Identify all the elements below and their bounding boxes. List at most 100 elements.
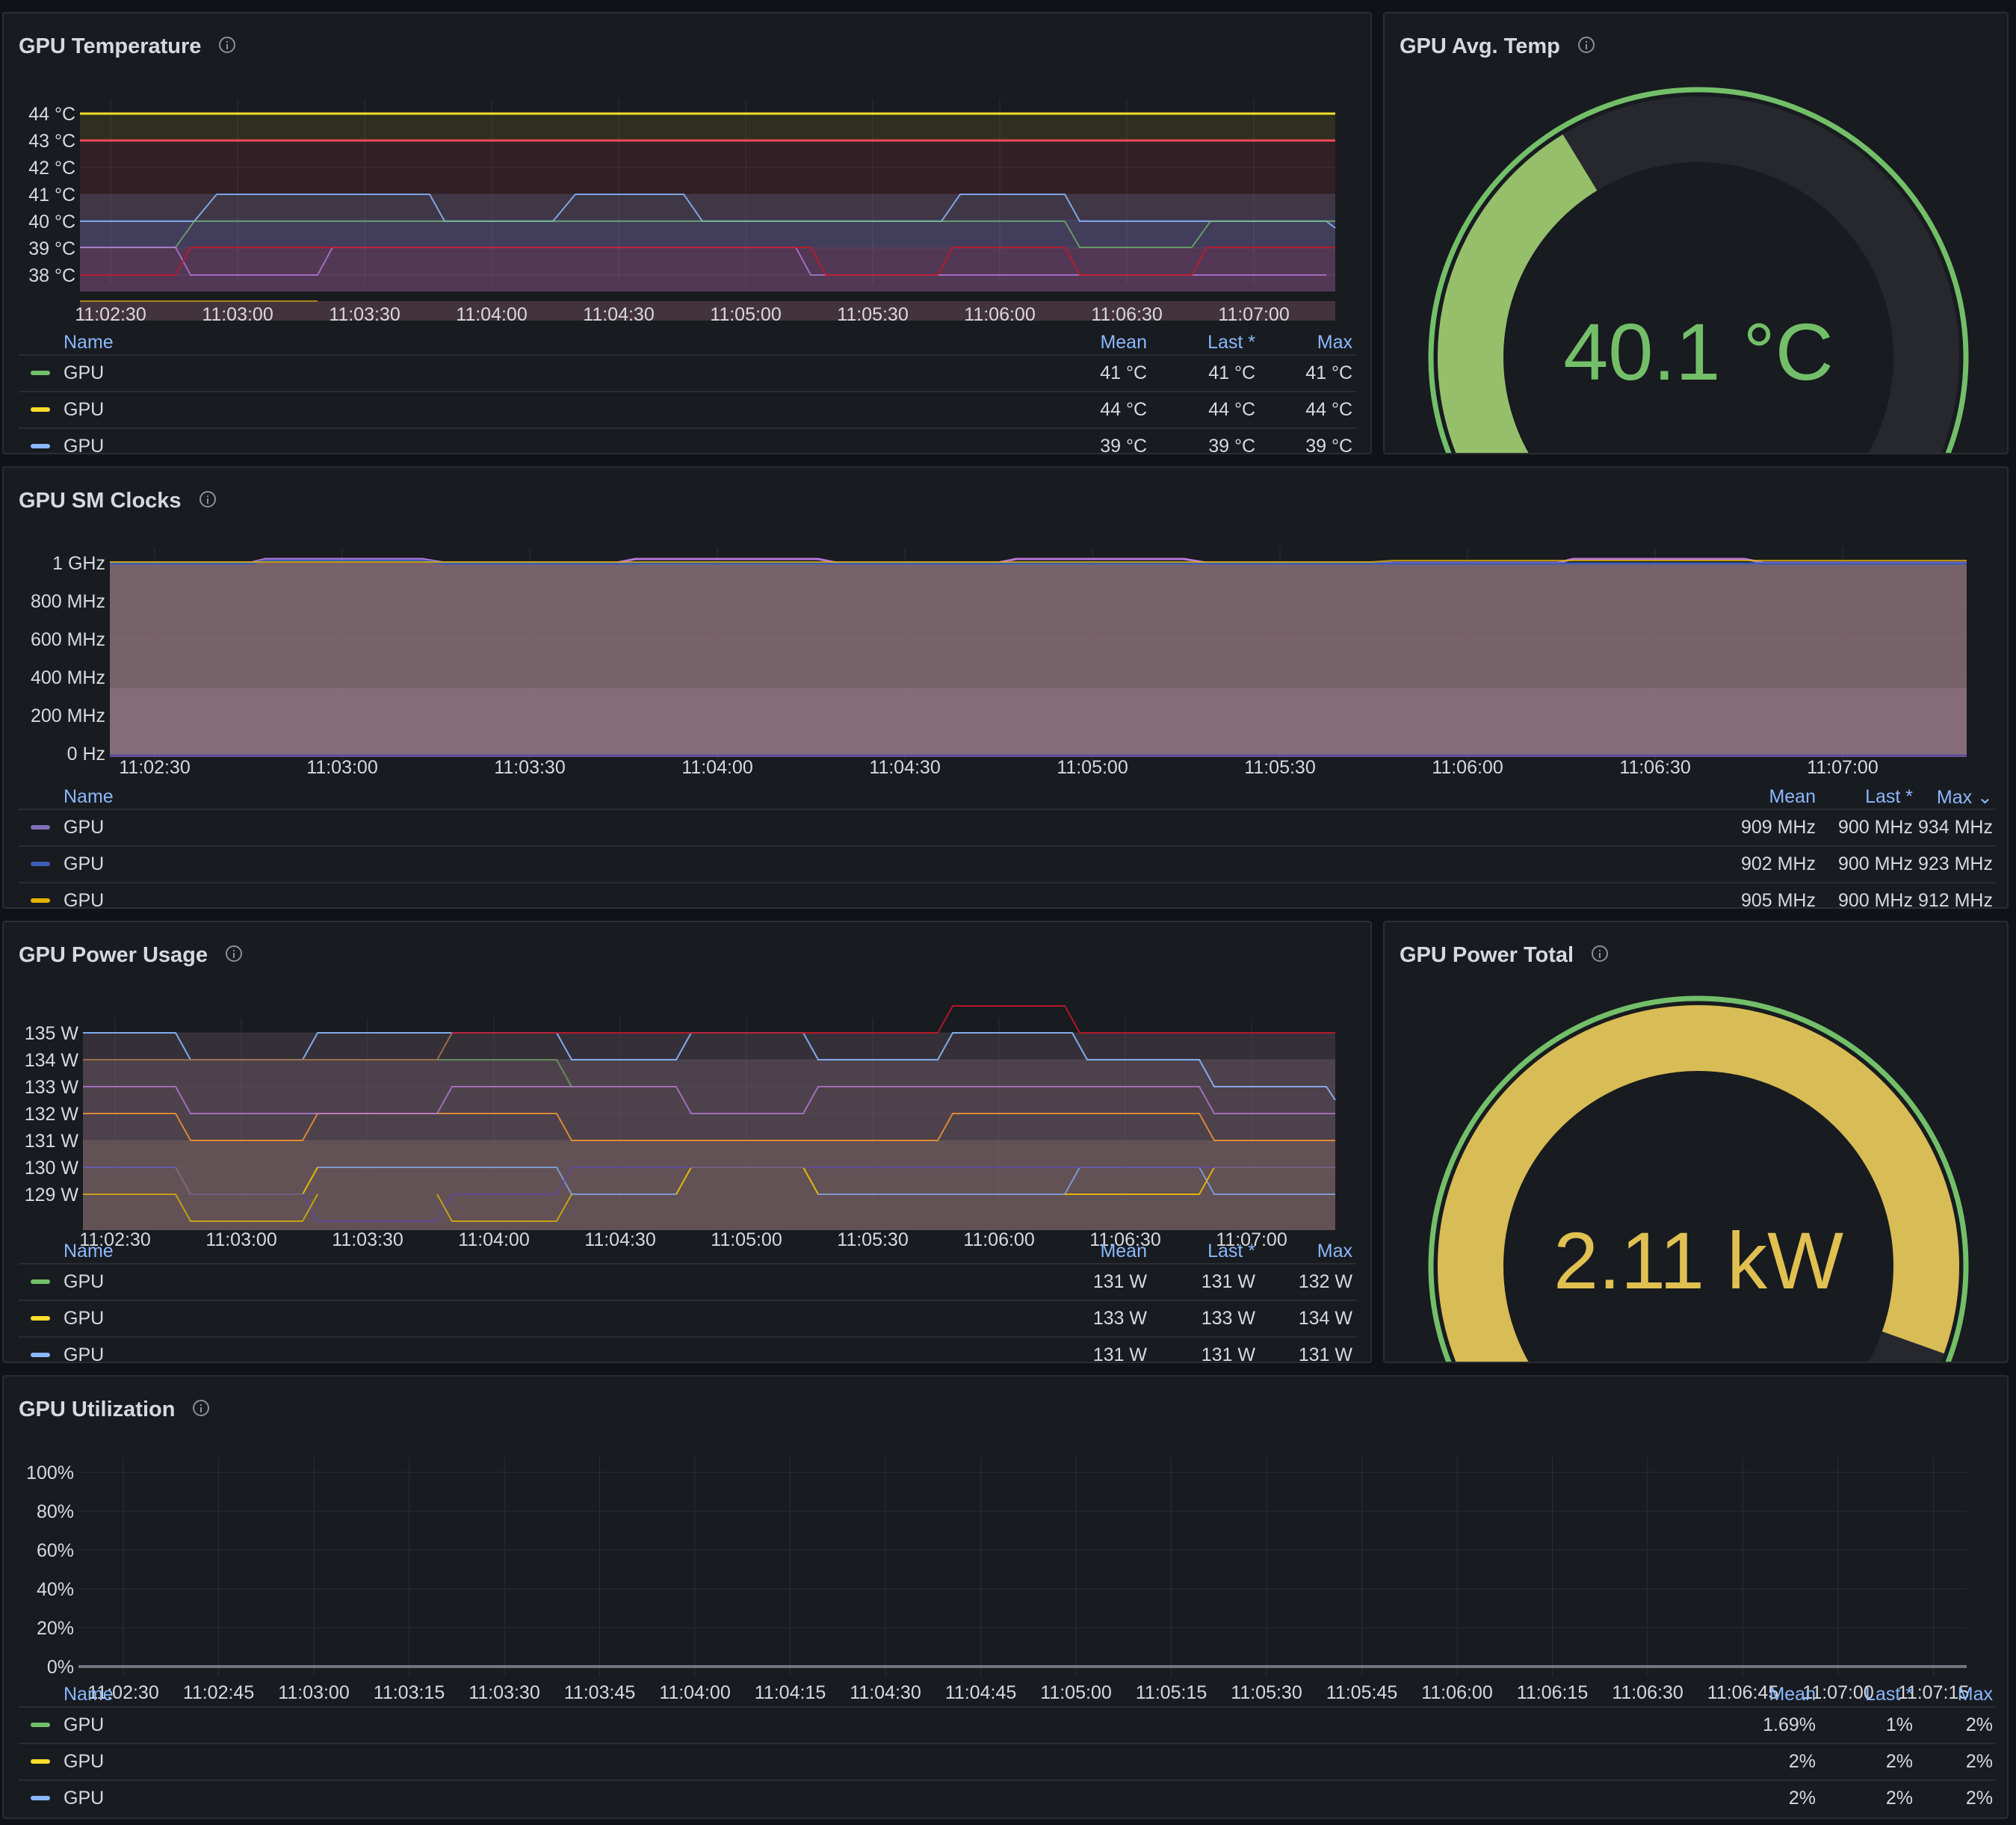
series-swatch bbox=[31, 825, 50, 830]
panel-title[interactable]: GPU Power Total bbox=[1400, 943, 1609, 968]
y-tick-label: 400 MHz bbox=[31, 667, 105, 688]
series-mean: 902 MHz bbox=[1740, 853, 1816, 874]
legend-col-max[interactable]: Max bbox=[1240, 332, 1352, 353]
panel-title[interactable]: GPU Utilization bbox=[19, 1398, 210, 1422]
series-name: GPU bbox=[64, 1751, 105, 1772]
series-name: GPU bbox=[64, 1344, 105, 1363]
gauge-value: 40.1 °C bbox=[1563, 306, 1833, 397]
panel-gpu-temperature: GPU Temperature 44 °C 43 °C 42 °C 41 °C 40 °… bbox=[2, 12, 1372, 454]
legend-col-mean[interactable]: Mean bbox=[1035, 332, 1147, 353]
panel-gpu-utilization: GPU Utilization 100% 80% 60% 40% 20% 0% 11:02… bbox=[2, 1375, 2009, 1819]
legend-row[interactable]: GPU 131 W 131 W 131 W bbox=[19, 1336, 1356, 1363]
panel-title[interactable]: GPU Power Usage bbox=[19, 943, 243, 968]
legend-row[interactable]: GPU 902 MHz 900 MHz 923 MHz bbox=[19, 845, 1995, 882]
panel-gpu-power-total: GPU Power Total 2.11 kW bbox=[1383, 921, 2009, 1363]
info-icon[interactable] bbox=[1577, 37, 1595, 54]
series-swatch bbox=[31, 407, 50, 412]
panel-title[interactable]: GPU Avg. Temp bbox=[1400, 34, 1595, 59]
legend-col-max[interactable]: Max bbox=[1881, 1684, 1993, 1705]
info-icon[interactable] bbox=[1592, 945, 1609, 963]
series-last: 131 W bbox=[1201, 1344, 1255, 1363]
series-name: GPU bbox=[64, 1308, 105, 1329]
series-swatch bbox=[31, 1723, 50, 1727]
y-tick-label: 1 GHz bbox=[52, 553, 105, 574]
panel-gpu-power-usage: GPU Power Usage 135 W 134 W 133 W 132 W 131 … bbox=[2, 921, 1372, 1363]
legend-col-name[interactable]: Name bbox=[64, 332, 114, 353]
gauge-fill bbox=[1438, 1005, 1959, 1362]
x-tick-label: 11:05:30 bbox=[837, 304, 908, 325]
legend-col-name[interactable]: Name bbox=[64, 1241, 114, 1262]
y-tick-label: 60% bbox=[37, 1540, 74, 1561]
series-name: GPU bbox=[64, 1788, 105, 1809]
y-tick-label: 100% bbox=[26, 1463, 74, 1483]
series-name: GPU bbox=[64, 436, 105, 454]
panel-title[interactable]: GPU Temperature bbox=[19, 34, 236, 59]
legend-col-mean[interactable]: Mean bbox=[1704, 1684, 1816, 1705]
y-tick-label: 43 °C bbox=[28, 131, 75, 152]
series-mean: 905 MHz bbox=[1740, 890, 1816, 909]
legend-row[interactable]: GPU 1.69% 1% 2% bbox=[19, 1706, 1995, 1743]
x-tick-label: 11:06:00 bbox=[1432, 757, 1503, 778]
series-mean: 44 °C bbox=[1100, 399, 1147, 420]
legend-row[interactable]: GPU 2% 2% 2% bbox=[19, 1779, 1995, 1816]
legend-row[interactable]: GPU 39 °C 39 °C 39 °C bbox=[19, 427, 1356, 454]
series-swatch bbox=[31, 1759, 50, 1764]
y-tick-label: 42 °C bbox=[28, 158, 75, 179]
legend-col-name[interactable]: Name bbox=[64, 1684, 114, 1705]
series-max: 923 MHz bbox=[1917, 853, 1993, 874]
series-max: 2% bbox=[1965, 1751, 1993, 1772]
legend-row[interactable]: GPU 131 W 131 W 132 W bbox=[19, 1263, 1356, 1300]
legend-row[interactable]: GPU 41 °C 41 °C 41 °C bbox=[19, 354, 1356, 391]
series-mean: 41 °C bbox=[1100, 362, 1147, 383]
legend-row[interactable]: GPU 2% 2% 2% bbox=[19, 1743, 1995, 1779]
x-tick-label: 11:05:00 bbox=[1057, 757, 1128, 778]
y-tick-label: 600 MHz bbox=[31, 629, 105, 650]
legend-col-name[interactable]: Name bbox=[64, 786, 114, 808]
series-name: GPU bbox=[64, 1271, 105, 1292]
legend-col-mean[interactable]: Mean bbox=[1035, 1241, 1147, 1262]
info-icon[interactable] bbox=[226, 945, 243, 963]
series-max: 131 W bbox=[1298, 1344, 1352, 1363]
y-tick-label: 800 MHz bbox=[31, 591, 105, 612]
info-icon[interactable] bbox=[219, 37, 236, 54]
series-last: 39 °C bbox=[1208, 436, 1255, 454]
x-tick-label: 11:04:30 bbox=[869, 757, 940, 778]
series-swatch bbox=[31, 1796, 50, 1800]
legend-col-max[interactable]: Max ⌄ bbox=[1881, 786, 1993, 809]
panel-gpu-sm-clocks: GPU SM Clocks 1 GHz 800 MHz 600 MHz 400 MHz… bbox=[2, 466, 2009, 909]
legend-row[interactable]: GPU 909 MHz 900 MHz 934 MHz bbox=[19, 809, 1995, 845]
series-name: GPU bbox=[64, 399, 105, 420]
y-tick-label: 40% bbox=[37, 1579, 74, 1600]
gauge-value: 2.11 kW bbox=[1553, 1215, 1843, 1306]
series-max: 134 W bbox=[1298, 1308, 1352, 1329]
temperature-gauge: 40.1 °C bbox=[1428, 87, 1969, 453]
legend-header: Name Mean Last * Max bbox=[19, 332, 1356, 354]
y-tick-label: 0% bbox=[47, 1657, 74, 1678]
legend-header: Name Mean Last * Max bbox=[19, 1241, 1356, 1263]
series-area bbox=[80, 247, 1335, 291]
y-tick-label: 133 W bbox=[25, 1077, 79, 1098]
y-tick-label: 20% bbox=[37, 1618, 74, 1639]
x-tick-label: 11:05:00 bbox=[710, 304, 781, 325]
legend-col-mean[interactable]: Mean bbox=[1704, 786, 1816, 808]
legend: Name Mean Last * Max GPU 41 °C 41 °C 41 … bbox=[19, 332, 1356, 454]
series-last: 41 °C bbox=[1208, 362, 1255, 383]
series-mean: 133 W bbox=[1092, 1308, 1147, 1329]
series-mean: 131 W bbox=[1092, 1344, 1147, 1363]
legend: Name Mean Last * Max GPU 131 W 131 W 132… bbox=[19, 1241, 1356, 1363]
series-name: GPU bbox=[64, 817, 105, 838]
info-icon[interactable] bbox=[193, 1400, 210, 1417]
x-tick-label: 11:02:30 bbox=[75, 304, 146, 325]
x-tick-label: 11:03:30 bbox=[494, 757, 565, 778]
panel-title[interactable]: GPU SM Clocks bbox=[19, 489, 216, 513]
series-max: 41 °C bbox=[1305, 362, 1352, 383]
legend-col-last[interactable]: Last * bbox=[1143, 1241, 1255, 1262]
info-icon[interactable] bbox=[199, 491, 216, 508]
legend-col-max[interactable]: Max bbox=[1240, 1241, 1352, 1262]
legend-col-last[interactable]: Last * bbox=[1143, 332, 1255, 353]
legend-row[interactable]: GPU 44 °C 44 °C 44 °C bbox=[19, 391, 1356, 427]
legend-row[interactable]: GPU 133 W 133 W 134 W bbox=[19, 1300, 1356, 1336]
series-last: 131 W bbox=[1201, 1271, 1255, 1292]
x-tick-label: 11:04:00 bbox=[456, 304, 527, 325]
legend-row[interactable]: GPU 905 MHz 900 MHz 912 MHz bbox=[19, 882, 1995, 909]
